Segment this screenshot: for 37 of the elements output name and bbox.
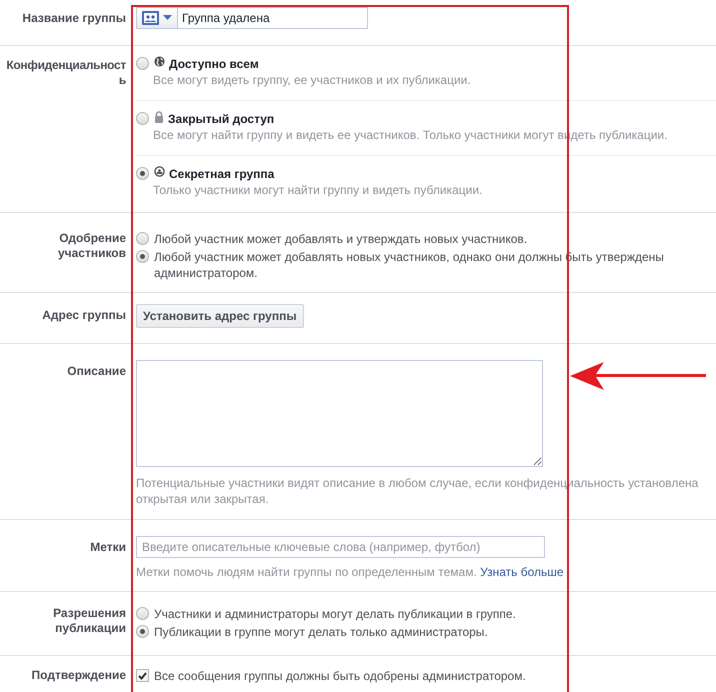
option-label: Публикации в группе могут делать только администраторы. [154, 624, 488, 640]
checkbox-label: Все сообщения группы должны быть одобрены администратором. [154, 668, 526, 684]
people-icon [142, 11, 159, 25]
radio-button[interactable] [136, 250, 149, 263]
field-label: Метки [90, 540, 126, 556]
field-label: Разрешения публикации [52, 606, 126, 637]
radio-button[interactable] [136, 112, 149, 125]
field-label: Название группы [22, 11, 126, 27]
set-address-button[interactable]: Установить адрес группы [136, 304, 304, 328]
field-label: Одобрение участников [56, 231, 126, 262]
option-description: Только участники могут найти группу и видеть публикации. [153, 182, 484, 198]
radio-button[interactable] [136, 625, 149, 638]
tags-field[interactable]: Введите описательные ключевые слова (например, футбол) [136, 536, 545, 558]
globe-icon [154, 56, 165, 67]
caret-icon [163, 15, 172, 21]
radio-button[interactable] [136, 57, 149, 70]
field-label: Подтверждение [32, 668, 126, 684]
option-label: Любой участник может добавлять и утверждать новых участников. [154, 231, 528, 247]
description-field[interactable] [136, 360, 543, 467]
field-label: Конфиденциальность [5, 58, 126, 89]
radio-button[interactable] [136, 167, 149, 180]
checkbox[interactable] [136, 669, 149, 682]
option-title: Доступно всем [169, 56, 259, 72]
option-label: Участники и администраторы могут делать публикации в группе. [154, 606, 516, 622]
option-title: Закрытый доступ [168, 111, 274, 127]
tags-hint: Метки помочь людям найти группы по определенным темам. Узнать больше [136, 564, 565, 580]
radio-button[interactable] [136, 232, 149, 245]
option-description: Все могут видеть группу, ее участников и их публикации. [153, 72, 472, 88]
radio-button[interactable] [136, 607, 149, 620]
group-icon-dropdown[interactable] [136, 7, 178, 29]
lock-icon [154, 111, 164, 123]
name-field[interactable]: Группа удалена [178, 7, 368, 29]
secret-icon [154, 166, 165, 177]
learn-more-link[interactable]: Узнать больше [480, 565, 564, 579]
field-label: Описание [67, 364, 126, 380]
option-title: Секретная группа [169, 166, 274, 182]
field-label: Адрес группы [42, 308, 126, 324]
